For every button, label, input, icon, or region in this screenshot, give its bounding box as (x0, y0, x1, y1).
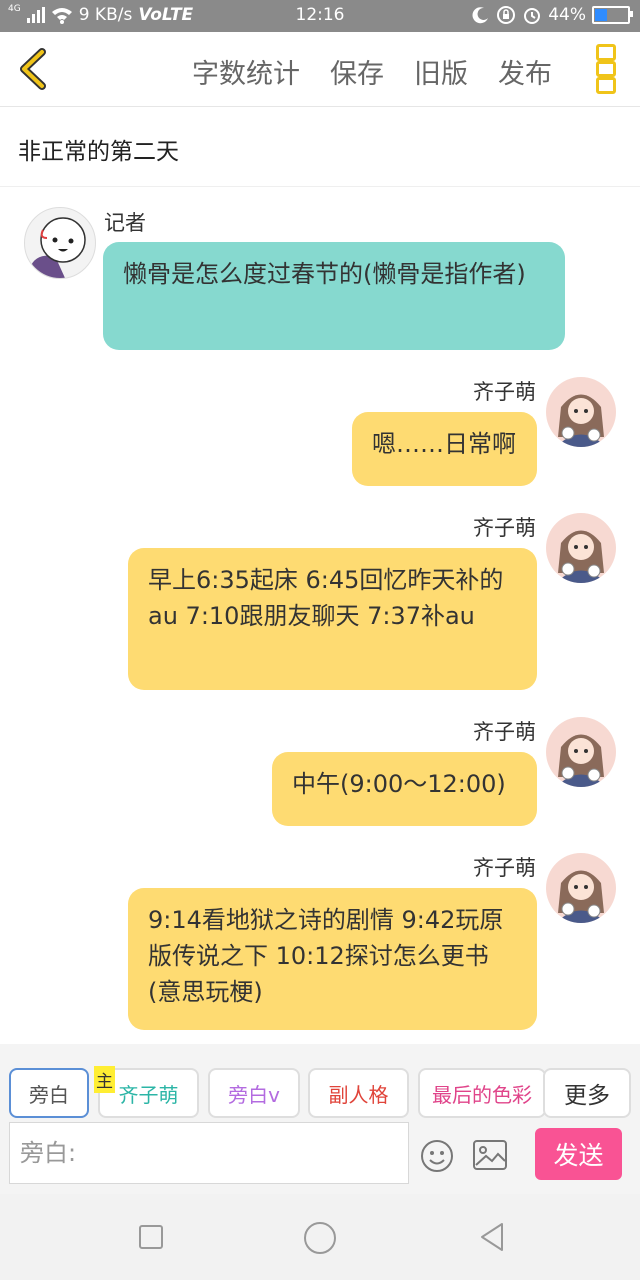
reporter-avatar[interactable] (24, 207, 96, 279)
message-bubble[interactable]: 9:14看地狱之诗的剧情 9:42玩原版传说之下 10:12探讨怎么更书(意思玩… (128, 888, 537, 1030)
word-count-button[interactable]: 字数统计 (192, 52, 300, 91)
character-avatar[interactable] (546, 717, 616, 787)
toolbar-links: 字数统计 保存 旧版 发布 (192, 52, 552, 91)
role-tab-narrator[interactable]: 旁白 (9, 1068, 89, 1118)
role-tab-narrator-v[interactable]: 旁白v (208, 1068, 300, 1118)
main-character-badge: 主 (94, 1066, 115, 1093)
character-avatar[interactable] (546, 377, 616, 447)
role-tab-last-color[interactable]: 最后的色彩 (418, 1068, 546, 1118)
alarm-icon (524, 8, 541, 24)
sender-name: 齐子萌 (473, 516, 536, 540)
message-bubble[interactable]: 嗯……日常啊 (352, 412, 537, 486)
message-input[interactable] (10, 1123, 402, 1183)
anime-girl-avatar-icon (546, 377, 616, 447)
lock-rotation-icon (497, 6, 516, 24)
emoji-icon[interactable] (420, 1139, 454, 1173)
home-icon[interactable] (303, 1221, 337, 1255)
anime-girl-avatar-icon (546, 717, 616, 787)
character-avatar[interactable] (546, 853, 616, 923)
back-arrow-icon[interactable] (16, 48, 48, 90)
status-bar: 4G 9 KB/s VoLTE 12:16 44% (0, 0, 640, 32)
recent-apps-icon[interactable] (138, 1224, 164, 1250)
send-button[interactable]: 发送 (535, 1128, 622, 1180)
message-bubble[interactable]: 中午(9:00～12:00) (272, 752, 537, 826)
story-title[interactable]: 非正常的第二天 (18, 132, 179, 166)
sender-name: 齐子萌 (473, 856, 536, 880)
more-menu-icon[interactable] (596, 44, 618, 95)
publish-button[interactable]: 发布 (498, 52, 552, 91)
system-navigation-bar (0, 1194, 640, 1280)
back-icon[interactable] (478, 1222, 506, 1252)
message-input-box (9, 1122, 409, 1184)
story-title-bar: 非正常的第二天 (0, 106, 640, 187)
image-icon[interactable] (472, 1139, 508, 1171)
clock: 12:16 (295, 5, 345, 25)
message-bubble[interactable]: 早上6:35起床 6:45回忆昨天补的au 7:10跟朋友聊天 7:37补au (128, 548, 537, 690)
battery-icon (592, 6, 633, 24)
sender-name: 记者 (104, 211, 146, 235)
old-version-button[interactable]: 旧版 (414, 52, 468, 91)
sender-name: 齐子萌 (473, 720, 536, 744)
moon-icon (472, 7, 489, 24)
save-button[interactable]: 保存 (330, 52, 384, 91)
character-avatar[interactable] (546, 513, 616, 583)
more-roles-button[interactable]: 更多 (543, 1068, 631, 1118)
cartoon-face-icon (25, 217, 86, 278)
editor-toolbar: 字数统计 保存 旧版 发布 (0, 32, 640, 107)
battery-percent: 44% (548, 5, 586, 25)
role-tab-alter-ego[interactable]: 副人格 (308, 1068, 409, 1118)
anime-girl-avatar-icon (546, 853, 616, 923)
anime-girl-avatar-icon (546, 513, 616, 583)
sender-name: 齐子萌 (473, 380, 536, 404)
message-bubble[interactable]: 懒骨是怎么度过春节的(懒骨是指作者) (103, 242, 565, 350)
